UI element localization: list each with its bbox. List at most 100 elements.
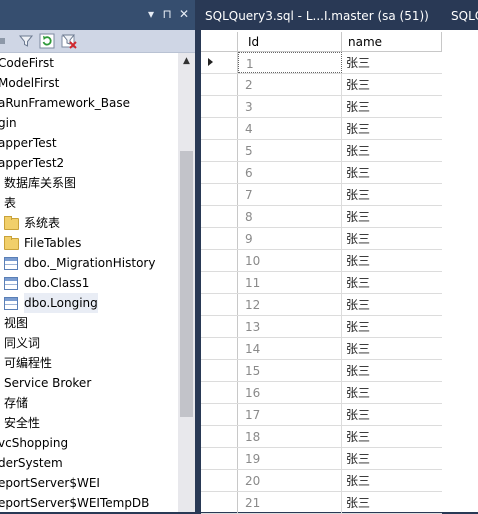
row-header-corner[interactable]	[201, 32, 238, 52]
tree-node[interactable]: 同义词	[0, 333, 40, 353]
row-header[interactable]	[201, 294, 238, 315]
table-row[interactable]: 12 张三	[201, 294, 442, 316]
cell-name[interactable]: 张三	[342, 470, 442, 491]
row-header[interactable]	[201, 382, 238, 403]
tree-node[interactable]: apperTest	[0, 133, 57, 153]
row-header[interactable]	[201, 250, 238, 271]
table-row[interactable]: 3 张三	[201, 96, 442, 118]
cell-name[interactable]: 张三	[342, 162, 442, 183]
cell-name[interactable]: 张三	[342, 118, 442, 139]
cell-id[interactable]: 4	[238, 118, 342, 139]
cell-id[interactable]: 20	[238, 470, 342, 491]
cell-name[interactable]: 张三	[342, 404, 442, 425]
cell-name[interactable]: 张三	[342, 184, 442, 205]
tree-node[interactable]: 视图	[0, 313, 28, 333]
table-row[interactable]: 16 张三	[201, 382, 442, 404]
row-header[interactable]	[201, 96, 238, 117]
cell-name[interactable]: 张三	[342, 426, 442, 447]
row-header[interactable]	[201, 184, 238, 205]
disconnect-icon[interactable]	[0, 33, 8, 49]
table-row[interactable]: 15 张三	[201, 360, 442, 382]
cell-id[interactable]: 18	[238, 426, 342, 447]
cell-id[interactable]: 9	[238, 228, 342, 249]
filter-icon[interactable]	[18, 33, 34, 49]
cell-id[interactable]: 19	[238, 448, 342, 469]
cell-id[interactable]: 15	[238, 360, 342, 381]
cell-id[interactable]: 17	[238, 404, 342, 425]
table-row[interactable]: 18 张三	[201, 426, 442, 448]
table-row[interactable]: 7 张三	[201, 184, 442, 206]
row-header[interactable]	[201, 470, 238, 491]
tree-node[interactable]: 系统表	[0, 213, 60, 233]
row-header[interactable]	[201, 338, 238, 359]
tree-node[interactable]: FileTables	[0, 233, 81, 253]
results-grid[interactable]: Id name 1 张三 2 张三 3 张三 4 张三 5 张三 6 张三 7 张三 8 张三 9 张三 10 张三 1…	[201, 32, 442, 514]
cell-id[interactable]: 13	[238, 316, 342, 337]
table-row[interactable]: 1 张三	[201, 52, 442, 74]
cell-id[interactable]: 11	[238, 272, 342, 293]
tab-sqlquery-next[interactable]: SQLQ	[451, 0, 478, 30]
cell-id[interactable]: 12	[238, 294, 342, 315]
cell-name[interactable]: 张三	[342, 74, 442, 95]
cell-id[interactable]: 6	[238, 162, 342, 183]
tree-node[interactable]: dbo.Longing	[0, 293, 98, 313]
tree-node[interactable]: CodeFirst	[0, 53, 54, 73]
stop-filter-icon[interactable]	[61, 33, 77, 49]
tree-node[interactable]: ModelFirst	[0, 73, 59, 93]
table-row[interactable]: 20 张三	[201, 470, 442, 492]
table-row[interactable]: 19 张三	[201, 448, 442, 470]
cell-name[interactable]: 张三	[342, 250, 442, 271]
table-row[interactable]: 10 张三	[201, 250, 442, 272]
tab-sqlquery3[interactable]: SQLQuery3.sql - L...I.master (sa (51))	[205, 0, 445, 30]
row-header[interactable]	[201, 74, 238, 95]
tree-node[interactable]: 存储	[0, 393, 28, 413]
window-position-icon[interactable]: ▾	[144, 7, 158, 21]
tree-node[interactable]: 表	[0, 193, 16, 213]
table-row[interactable]: 2 张三	[201, 74, 442, 96]
table-row[interactable]: 21 张三	[201, 492, 442, 514]
column-header-name[interactable]: name	[342, 32, 442, 52]
tree-node[interactable]: dbo._MigrationHistory	[0, 253, 155, 273]
tree-node[interactable]: derSystem	[0, 453, 63, 473]
row-header[interactable]	[201, 360, 238, 381]
table-row[interactable]: 8 张三	[201, 206, 442, 228]
tree-node[interactable]: 安全性	[0, 413, 40, 433]
row-header[interactable]	[201, 228, 238, 249]
tree-node[interactable]: eportServer$WEITempDB	[0, 493, 149, 512]
table-row[interactable]: 11 张三	[201, 272, 442, 294]
tree-node[interactable]: 数据库关系图	[0, 173, 76, 193]
cell-name[interactable]: 张三	[342, 52, 442, 73]
tree-node[interactable]: vcShopping	[0, 433, 68, 453]
cell-id[interactable]: 21	[238, 492, 342, 513]
cell-name[interactable]: 张三	[342, 294, 442, 315]
tree-scrollbar[interactable]: ▲	[178, 53, 195, 512]
table-row[interactable]: 13 张三	[201, 316, 442, 338]
cell-id[interactable]: 5	[238, 140, 342, 161]
cell-name[interactable]: 张三	[342, 448, 442, 469]
row-header[interactable]	[201, 206, 238, 227]
close-icon[interactable]: ✕	[177, 7, 191, 21]
cell-id[interactable]: 2	[238, 74, 342, 95]
row-header[interactable]	[201, 52, 238, 73]
row-header[interactable]	[201, 118, 238, 139]
row-header[interactable]	[201, 404, 238, 425]
cell-id[interactable]: 7	[238, 184, 342, 205]
tree-node[interactable]: Service Broker	[0, 373, 91, 393]
cell-id[interactable]: 3	[238, 96, 342, 117]
pin-icon[interactable]: ⊓	[160, 7, 174, 21]
table-row[interactable]: 17 张三	[201, 404, 442, 426]
tree-node[interactable]: eportServer$WEI	[0, 473, 100, 493]
tree-node[interactable]: 可编程性	[0, 353, 52, 373]
table-row[interactable]: 14 张三	[201, 338, 442, 360]
cell-name[interactable]: 张三	[342, 272, 442, 293]
table-row[interactable]: 5 张三	[201, 140, 442, 162]
scrollbar-thumb[interactable]	[180, 151, 193, 417]
cell-name[interactable]: 张三	[342, 206, 442, 227]
row-header[interactable]	[201, 140, 238, 161]
cell-name[interactable]: 张三	[342, 228, 442, 249]
cell-name[interactable]: 张三	[342, 316, 442, 337]
tree-node[interactable]: gin	[0, 113, 17, 133]
row-header[interactable]	[201, 272, 238, 293]
table-row[interactable]: 4 张三	[201, 118, 442, 140]
table-row[interactable]: 9 张三	[201, 228, 442, 250]
